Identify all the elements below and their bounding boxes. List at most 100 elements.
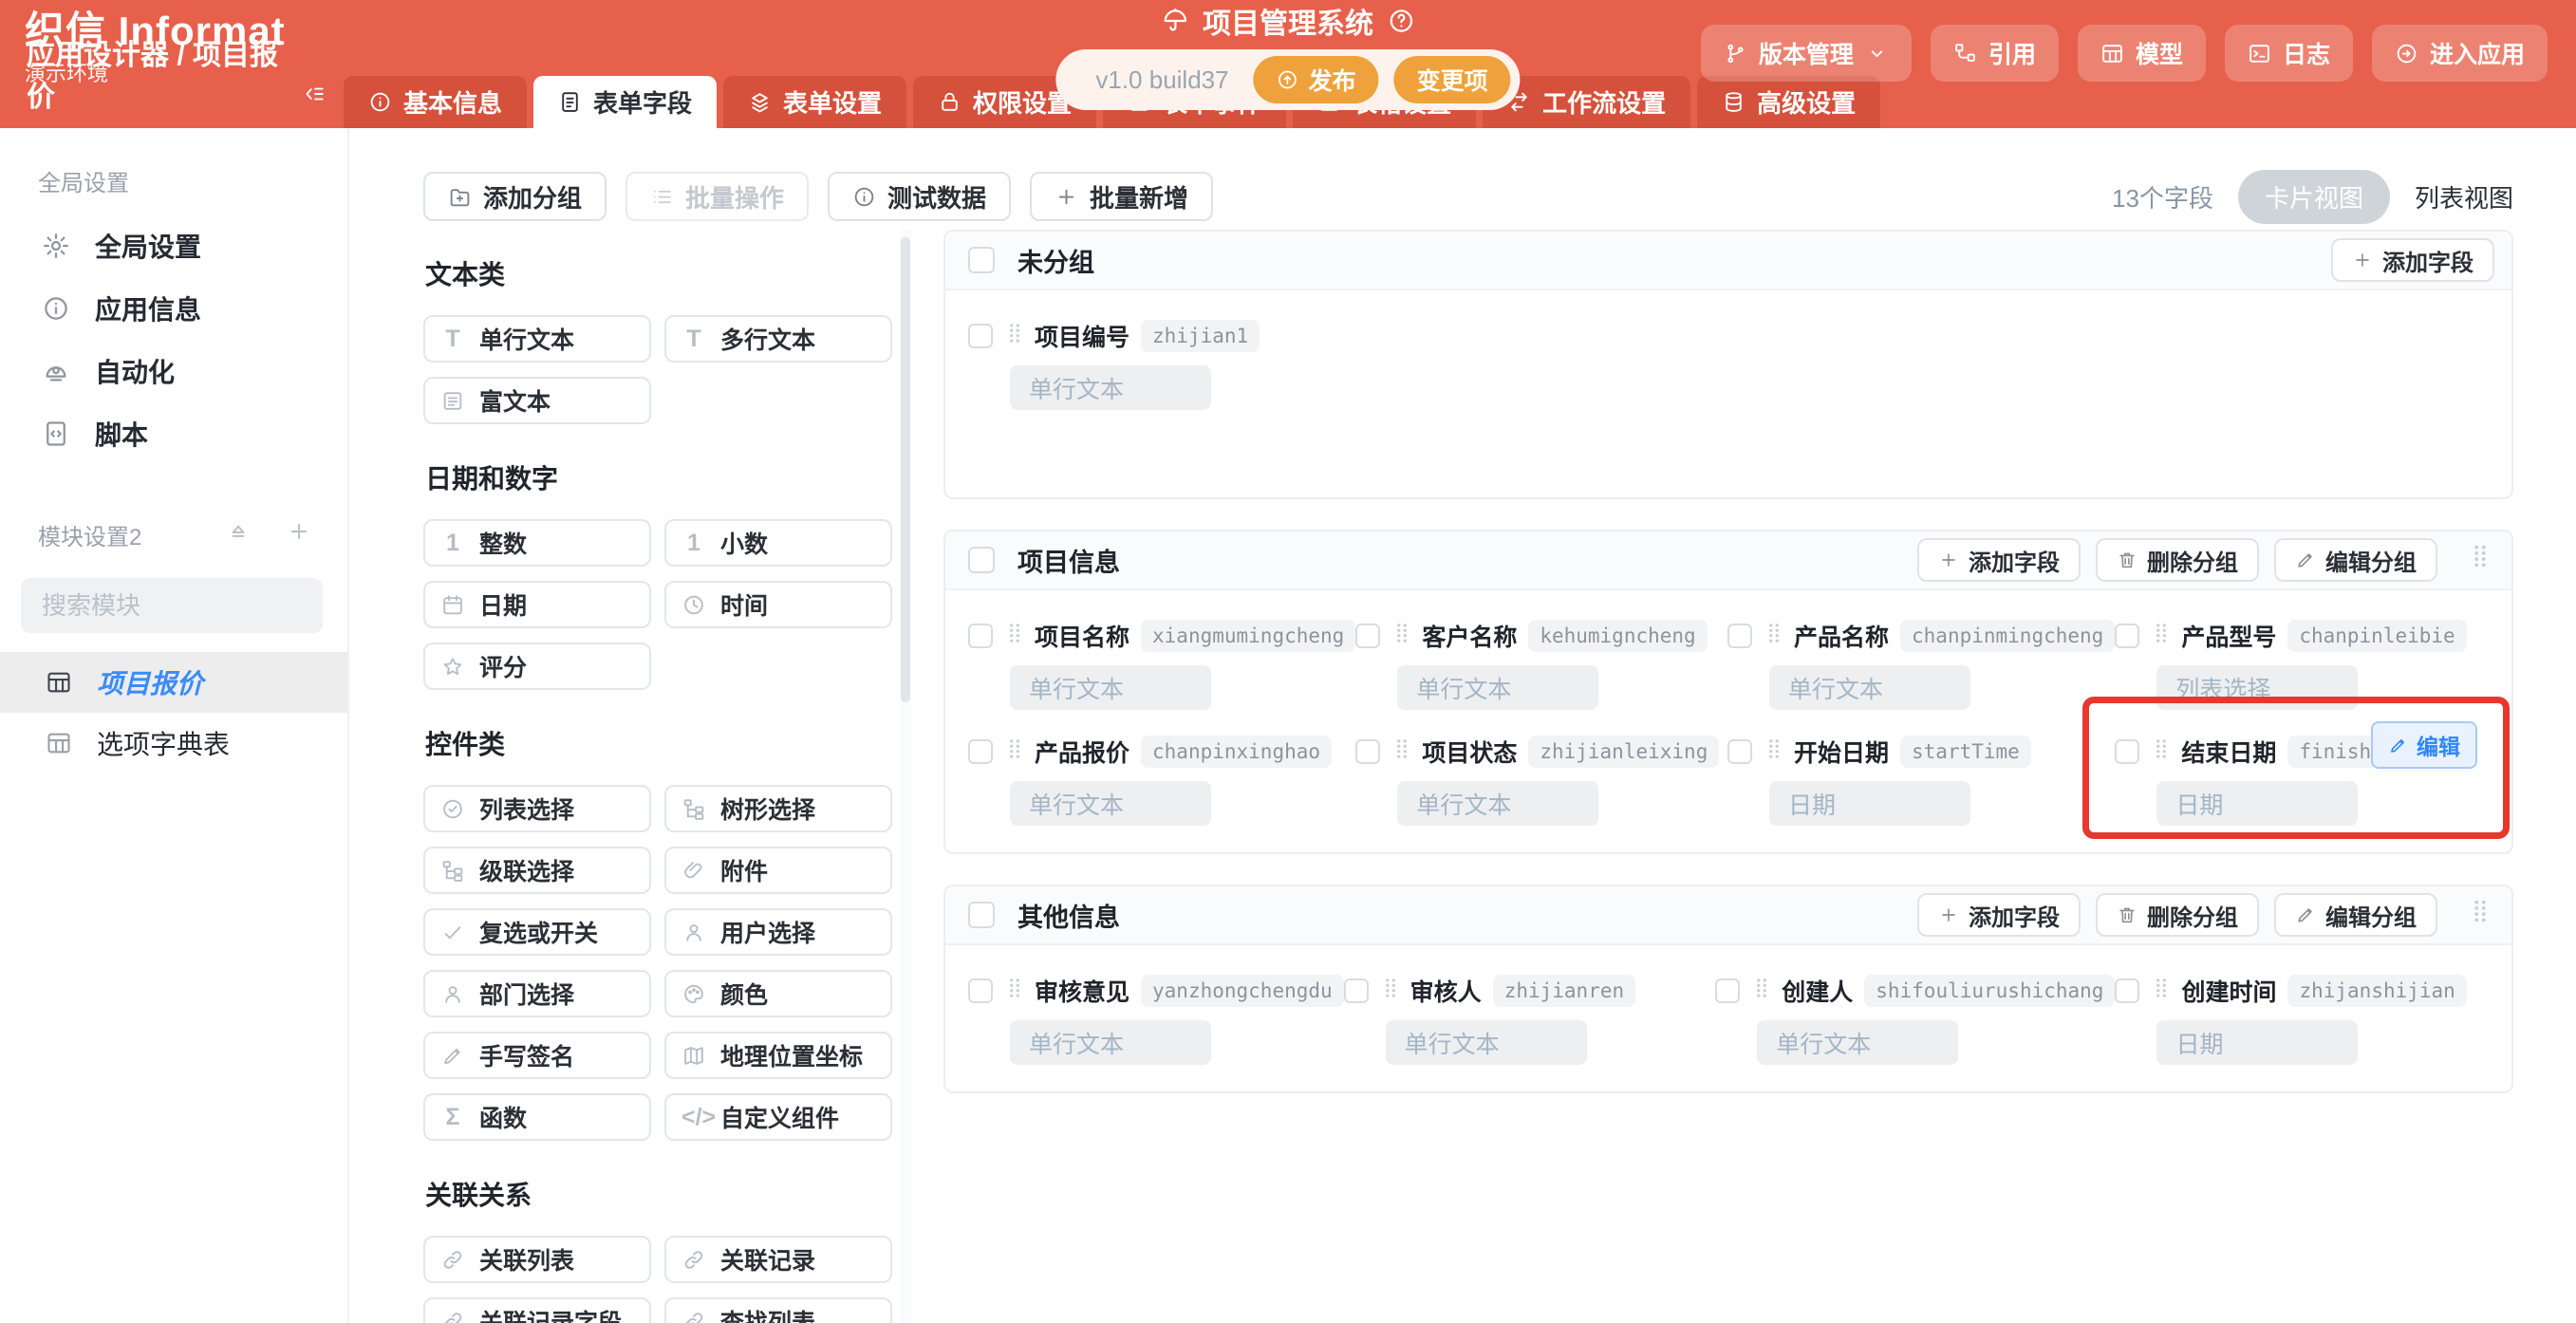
field-checkbox[interactable] xyxy=(1727,624,1752,648)
collapse-panel-button[interactable] xyxy=(302,82,344,128)
field-drag-handle-icon[interactable] xyxy=(2149,621,2174,652)
changes-button[interactable]: 变更项 xyxy=(1394,56,1511,103)
field-drag-handle-icon[interactable] xyxy=(1002,736,1027,768)
field-drag-handle-icon[interactable] xyxy=(1390,736,1414,768)
palette-item[interactable]: 手写签名 xyxy=(423,1032,651,1079)
field-card[interactable]: 开始日期startTime日期 xyxy=(1727,735,2115,826)
field-input[interactable]: 单行文本 xyxy=(1010,365,1211,410)
delete-group-button[interactable]: 删除分组 xyxy=(2096,538,2259,582)
palette-item[interactable]: 时间 xyxy=(664,581,892,628)
field-checkbox[interactable] xyxy=(968,739,993,764)
question-icon[interactable] xyxy=(1387,7,1415,35)
palette-item[interactable]: 查找列表 xyxy=(664,1297,892,1323)
field-input[interactable]: 列表选择 xyxy=(2156,665,2358,710)
field-input[interactable]: 单行文本 xyxy=(1397,781,1598,826)
field-checkbox[interactable] xyxy=(1355,624,1380,648)
field-input[interactable]: 单行文本 xyxy=(1386,1020,1587,1065)
add-field-button[interactable]: 添加字段 xyxy=(1917,893,2081,937)
field-input[interactable]: 日期 xyxy=(2156,1020,2358,1065)
palette-item[interactable]: 列表选择 xyxy=(423,785,651,832)
header-action-enter-app[interactable]: 进入应用 xyxy=(2372,25,2548,82)
field-checkbox[interactable] xyxy=(1344,978,1369,1003)
palette-item[interactable]: T多行文本 xyxy=(664,315,892,363)
field-checkbox[interactable] xyxy=(2115,739,2139,764)
field-checkbox[interactable] xyxy=(1727,739,1752,764)
field-input[interactable]: 单行文本 xyxy=(1397,665,1598,710)
field-checkbox[interactable] xyxy=(968,624,993,648)
palette-scrollbar-thumb[interactable] xyxy=(901,237,910,702)
palette-item[interactable]: 附件 xyxy=(664,847,892,894)
palette-item[interactable]: 级联选择 xyxy=(423,847,651,894)
field-drag-handle-icon[interactable] xyxy=(1002,321,1027,352)
field-checkbox[interactable] xyxy=(968,324,993,348)
group-checkbox[interactable] xyxy=(968,547,995,573)
field-checkbox[interactable] xyxy=(2115,978,2139,1003)
sidebar-item-app-info[interactable]: 应用信息 xyxy=(0,277,347,340)
field-card[interactable]: 审核意见yanzhongchengdu单行文本 xyxy=(968,974,1344,1065)
header-action-reference[interactable]: 引用 xyxy=(1931,25,2059,82)
module-plus-button[interactable] xyxy=(287,519,311,550)
field-drag-handle-icon[interactable] xyxy=(2149,736,2174,768)
card-view-toggle[interactable]: 卡片视图 xyxy=(2238,170,2390,224)
palette-item[interactable]: 复选或开关 xyxy=(423,908,651,956)
edit-group-button[interactable]: 编辑分组 xyxy=(2274,893,2437,937)
field-input[interactable]: 日期 xyxy=(2156,781,2358,826)
field-input[interactable]: 日期 xyxy=(1769,781,1970,826)
palette-item[interactable]: Σ函数 xyxy=(423,1093,651,1141)
palette-item[interactable]: 日期 xyxy=(423,581,651,628)
add-field-button[interactable]: 添加字段 xyxy=(2331,238,2494,282)
palette-item[interactable]: 颜色 xyxy=(664,970,892,1017)
field-drag-handle-icon[interactable] xyxy=(2149,976,2174,1007)
field-input[interactable]: 单行文本 xyxy=(1010,665,1211,710)
field-input[interactable]: 单行文本 xyxy=(1010,1020,1211,1065)
palette-item[interactable]: 评分 xyxy=(423,643,651,690)
list-view-toggle[interactable]: 列表视图 xyxy=(2415,179,2513,214)
field-drag-handle-icon[interactable] xyxy=(1762,621,1786,652)
palette-item[interactable]: 1小数 xyxy=(664,519,892,567)
toolbar-add-group-button[interactable]: 添加分组 xyxy=(423,172,607,221)
palette-item[interactable]: 富文本 xyxy=(423,377,651,424)
palette-item[interactable]: 关联记录字段 xyxy=(423,1297,651,1323)
field-card[interactable]: 客户名称kehumigncheng单行文本 xyxy=(1355,619,1727,710)
field-card[interactable]: 项目编号zhijian1单行文本 xyxy=(968,319,1348,410)
field-drag-handle-icon[interactable] xyxy=(1378,976,1403,1007)
header-action-logs[interactable]: 日志 xyxy=(2225,25,2353,82)
field-drag-handle-icon[interactable] xyxy=(1390,621,1414,652)
group-drag-handle-icon[interactable] xyxy=(2466,542,2494,578)
edit-field-button[interactable]: 编辑 xyxy=(2371,721,2477,769)
field-card[interactable]: 创建人shifouliurushichang单行文本 xyxy=(1715,974,2115,1065)
field-drag-handle-icon[interactable] xyxy=(1749,976,1774,1007)
header-action-model[interactable]: 模型 xyxy=(2078,25,2206,82)
sidebar-item-automation[interactable]: 自动化 xyxy=(0,340,347,402)
sidebar-module-option-dict-table[interactable]: 选项字典表 xyxy=(0,713,347,773)
field-checkbox[interactable] xyxy=(2115,624,2139,648)
palette-item[interactable]: 树形选择 xyxy=(664,785,892,832)
field-card[interactable]: 产品名称chanpinmingcheng单行文本 xyxy=(1727,619,2115,710)
field-checkbox[interactable] xyxy=(1715,978,1740,1003)
field-card[interactable]: 编辑结束日期finishTime日期 xyxy=(2115,735,2487,826)
toolbar-test-data-button[interactable]: 测试数据 xyxy=(828,172,1011,221)
tab-form-settings[interactable]: 表单设置 xyxy=(723,76,906,128)
palette-item[interactable]: 关联记录 xyxy=(664,1236,892,1283)
palette-item[interactable]: </>自定义组件 xyxy=(664,1093,892,1141)
tab-basic-info[interactable]: 基本信息 xyxy=(344,76,527,128)
sidebar-item-global-settings[interactable]: 全局设置 xyxy=(0,214,347,277)
search-input[interactable] xyxy=(42,591,360,621)
toolbar-batch-add-button[interactable]: 批量新增 xyxy=(1030,172,1213,221)
group-drag-handle-icon[interactable] xyxy=(2466,897,2494,933)
tab-form-fields[interactable]: 表单字段 xyxy=(533,76,717,128)
palette-item[interactable]: T单行文本 xyxy=(423,315,651,363)
group-checkbox[interactable] xyxy=(968,902,995,928)
palette-item[interactable]: 关联列表 xyxy=(423,1236,651,1283)
field-card[interactable]: 项目名称xiangmumingcheng单行文本 xyxy=(968,619,1355,710)
field-input[interactable]: 单行文本 xyxy=(1757,1020,1958,1065)
module-eject-button[interactable] xyxy=(226,519,251,550)
field-card[interactable]: 产品型号chanpinleibie列表选择 xyxy=(2115,619,2487,710)
add-field-button[interactable]: 添加字段 xyxy=(1917,538,2081,582)
palette-item[interactable]: 部门选择 xyxy=(423,970,651,1017)
field-card[interactable]: 创建时间zhijanshijian日期 xyxy=(2115,974,2487,1065)
field-input[interactable]: 单行文本 xyxy=(1010,781,1211,826)
field-checkbox[interactable] xyxy=(1355,739,1380,764)
field-drag-handle-icon[interactable] xyxy=(1762,736,1786,768)
delete-group-button[interactable]: 删除分组 xyxy=(2096,893,2259,937)
